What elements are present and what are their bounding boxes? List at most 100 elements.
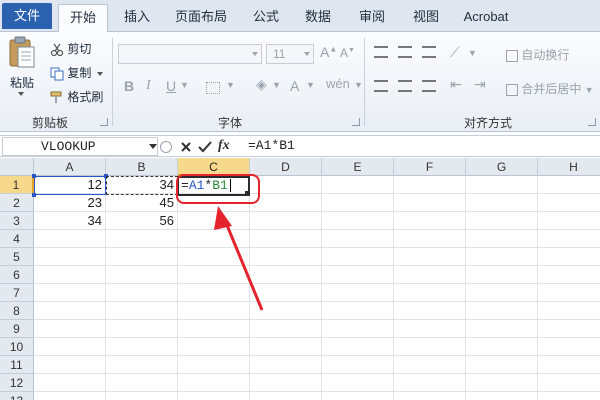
- borders-icon[interactable]: [206, 82, 220, 94]
- bold-icon[interactable]: B: [124, 78, 134, 94]
- cut-button[interactable]: 剪切: [50, 40, 91, 57]
- copy-button[interactable]: 复制: [50, 64, 103, 81]
- expand-handle-icon: [160, 141, 172, 153]
- font-color-icon[interactable]: A: [290, 78, 299, 94]
- borders-dropdown-icon[interactable]: ▼: [226, 80, 235, 90]
- font-group-label: 字体: [217, 116, 242, 130]
- tab-data[interactable]: 数据: [296, 4, 340, 32]
- align-top-icon[interactable]: [374, 46, 388, 58]
- fill-color-dropdown-icon[interactable]: ▼: [272, 80, 281, 90]
- worksheet-grid: A B C D E F G H 1 2 3 4 5 6 7 8 9 10 11 …: [0, 158, 600, 400]
- phonetic-icon[interactable]: wén: [326, 76, 350, 91]
- font-size-value: 11: [273, 47, 286, 61]
- cell-a3[interactable]: 34: [34, 212, 106, 230]
- italic-icon[interactable]: I: [146, 78, 151, 94]
- reference-handle: [32, 193, 36, 197]
- row-header[interactable]: 1: [0, 176, 34, 194]
- tab-file[interactable]: 文件: [2, 3, 52, 29]
- column-header-h[interactable]: H: [538, 158, 600, 176]
- column-header-e[interactable]: E: [322, 158, 394, 176]
- row-header[interactable]: 4: [0, 230, 34, 248]
- wrap-text-button[interactable]: 自动换行: [506, 46, 569, 63]
- row-header[interactable]: 6: [0, 266, 34, 284]
- cell-b2[interactable]: 45: [106, 194, 178, 212]
- grow-font-icon[interactable]: A▲: [320, 44, 337, 60]
- wrap-text-label: 自动换行: [521, 48, 570, 62]
- paste-button[interactable]: 粘贴: [6, 36, 38, 96]
- row-header[interactable]: 9: [0, 320, 34, 338]
- font-color-dropdown-icon[interactable]: ▼: [306, 80, 315, 90]
- align-middle-icon[interactable]: [398, 46, 412, 58]
- row-header[interactable]: 12: [0, 374, 34, 392]
- font-size-select[interactable]: 11: [266, 44, 314, 64]
- align-center-icon[interactable]: [398, 80, 412, 92]
- row-header[interactable]: 13: [0, 392, 34, 400]
- underline-dropdown-icon[interactable]: ▼: [180, 80, 189, 90]
- reference-highlight-a1: [34, 176, 106, 195]
- merge-center-dropdown-icon: ▼: [584, 85, 594, 95]
- align-right-icon[interactable]: [422, 80, 436, 92]
- merge-center-button[interactable]: 合并后居中 ▼: [506, 80, 594, 97]
- cut-label: 剪切: [67, 42, 92, 56]
- annotation-highlight-oval: [176, 174, 260, 204]
- cell-a2[interactable]: 23: [34, 194, 106, 212]
- clipboard-launcher-icon[interactable]: [100, 118, 108, 126]
- scissors-icon: [50, 43, 64, 56]
- column-header-b[interactable]: B: [106, 158, 178, 176]
- row-header[interactable]: 5: [0, 248, 34, 266]
- format-painter-button[interactable]: 格式刷: [50, 88, 103, 105]
- row-header[interactable]: 11: [0, 356, 34, 374]
- tab-acrobat[interactable]: Acrobat: [456, 4, 516, 32]
- font-name-select[interactable]: [118, 44, 262, 64]
- select-all-corner[interactable]: [0, 158, 34, 176]
- copy-icon: [50, 67, 64, 81]
- cell-b3[interactable]: 56: [106, 212, 178, 230]
- clipboard-group-label: 剪贴板: [31, 116, 68, 130]
- column-header-g[interactable]: G: [466, 158, 538, 176]
- ribbon-home: 粘贴 剪切 复制 格式刷 剪贴板 11 A▲ A▼ B I U ▼ ▼ ◈ ▼ …: [0, 32, 600, 132]
- marching-ants-b1: [106, 176, 178, 195]
- increase-indent-icon[interactable]: ⇥: [474, 76, 486, 93]
- align-left-icon[interactable]: [374, 80, 388, 92]
- row-header[interactable]: 3: [0, 212, 34, 230]
- row-header[interactable]: 7: [0, 284, 34, 302]
- insert-function-icon[interactable]: fx: [218, 138, 230, 154]
- ribbon-separator: [112, 38, 113, 126]
- row-header[interactable]: 10: [0, 338, 34, 356]
- formula-input[interactable]: =A1*B1: [248, 136, 295, 156]
- row-header[interactable]: 8: [0, 302, 34, 320]
- orientation-icon[interactable]: ⟋: [450, 44, 460, 61]
- format-painter-label: 格式刷: [67, 90, 104, 104]
- cancel-icon[interactable]: [180, 141, 192, 153]
- row-header[interactable]: 2: [0, 194, 34, 212]
- ribbon-tab-bar: 文件 开始 插入 页面布局 公式 数据 审阅 视图 Acrobat: [0, 0, 600, 33]
- formula-buttons: fx: [160, 137, 242, 156]
- name-box[interactable]: VLOOKUP: [2, 137, 158, 156]
- fill-color-icon[interactable]: ◈: [256, 76, 267, 93]
- paste-icon: [9, 36, 35, 68]
- column-header-a[interactable]: A: [34, 158, 106, 176]
- decrease-indent-icon[interactable]: ⇤: [450, 76, 462, 93]
- brush-icon: [50, 91, 62, 103]
- shrink-font-icon[interactable]: A▼: [340, 46, 355, 60]
- font-size-dropdown-icon: [304, 52, 310, 56]
- name-box-value: VLOOKUP: [41, 139, 96, 154]
- tab-review[interactable]: 审阅: [350, 4, 394, 32]
- tab-formulas[interactable]: 公式: [244, 4, 288, 32]
- alignment-launcher-icon[interactable]: [588, 118, 596, 126]
- font-launcher-icon[interactable]: [352, 118, 360, 126]
- name-box-dropdown-icon: [149, 144, 157, 149]
- alignment-group-label: 对齐方式: [463, 116, 512, 130]
- copy-label: 复制: [67, 66, 92, 80]
- column-header-f[interactable]: F: [394, 158, 466, 176]
- tab-home[interactable]: 开始: [58, 4, 108, 33]
- tab-page-layout[interactable]: 页面布局: [168, 4, 234, 32]
- phonetic-dropdown-icon[interactable]: ▼: [354, 80, 363, 90]
- align-bottom-icon[interactable]: [422, 46, 436, 58]
- tab-insert[interactable]: 插入: [114, 4, 160, 32]
- column-header-d[interactable]: D: [250, 158, 322, 176]
- tab-view[interactable]: 视图: [404, 4, 448, 32]
- enter-icon[interactable]: [198, 141, 212, 153]
- underline-icon[interactable]: U: [166, 78, 176, 94]
- orientation-dropdown-icon[interactable]: ▼: [468, 48, 477, 58]
